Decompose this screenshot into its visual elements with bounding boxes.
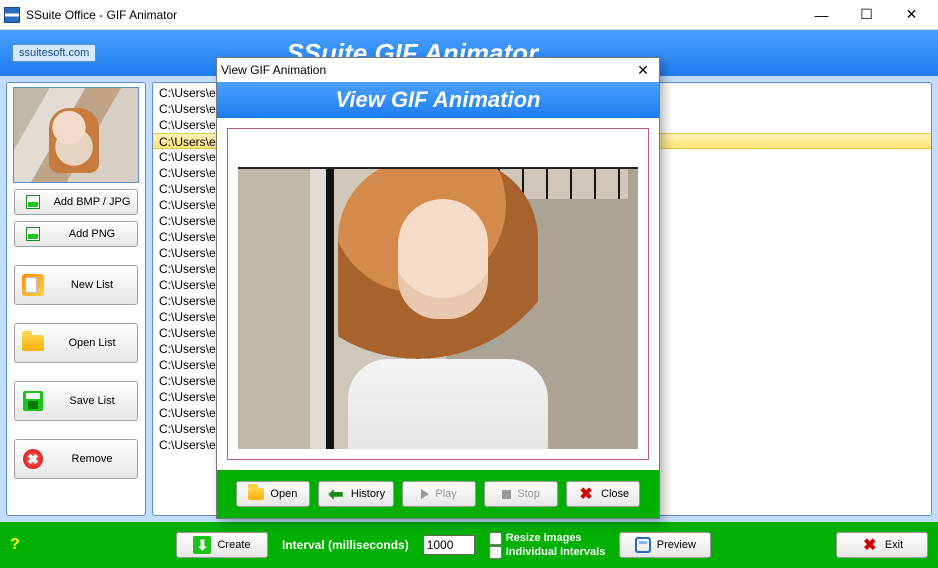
thumbnail-preview[interactable] [13,87,139,183]
help-button[interactable]: ? [10,536,28,554]
preview-icon [635,537,651,553]
dialog-open-label: Open [270,488,297,500]
exit-label: Exit [885,539,903,551]
resize-images-check[interactable]: Resize Images [489,532,606,545]
preview-button[interactable]: Preview [619,532,711,558]
dialog-history-label: History [351,488,385,500]
back-arrow-icon: ⬅ [327,485,345,503]
dialog-open-button[interactable]: Open [236,481,310,507]
individual-intervals-label: Individual Intervals [506,546,606,558]
remove-button[interactable]: ✖ Remove [14,439,138,479]
view-gif-dialog: View GIF Animation ✕ View GIF Animation … [216,57,660,519]
main-area: Add BMP / JPG Add PNG New List Open List… [0,76,938,522]
gif-canvas [238,139,638,449]
sidebar: Add BMP / JPG Add PNG New List Open List… [6,82,146,516]
dialog-stop-label: Stop [517,488,540,500]
exit-icon: ✖ [861,536,879,554]
exit-button[interactable]: ✖ Exit [836,532,928,558]
dialog-history-button[interactable]: ⬅ History [318,481,394,507]
save-icon [21,389,45,413]
new-list-label: New List [53,279,131,291]
dialog-close-footer-button[interactable]: ✖ Close [566,481,640,507]
dialog-close-button[interactable]: ✕ [631,59,655,81]
image-icon [21,222,45,246]
dialog-stop-button[interactable]: Stop [484,481,558,507]
minimize-button[interactable]: — [799,0,844,30]
add-bmp-jpg-label: Add BMP / JPG [53,196,131,208]
resize-images-label: Resize Images [506,532,582,544]
new-file-icon [21,273,45,297]
save-list-button[interactable]: Save List [14,381,138,421]
maximize-button[interactable]: ☐ [844,0,889,30]
dialog-body [217,118,659,470]
bottom-toolbar: ? ⬇ Create Interval (milliseconds) Resiz… [0,522,938,568]
app-icon [4,7,20,23]
dialog-play-label: Play [435,488,456,500]
create-button[interactable]: ⬇ Create [176,532,268,558]
remove-label: Remove [53,453,131,465]
individual-intervals-check[interactable]: Individual Intervals [489,546,606,559]
open-list-label: Open List [53,337,131,349]
create-label: Create [217,539,250,551]
add-bmp-jpg-button[interactable]: Add BMP / JPG [14,189,138,215]
resize-images-checkbox[interactable] [489,532,502,545]
dialog-play-button[interactable]: Play [402,481,476,507]
dialog-footer: Open ⬅ History Play Stop ✖ Close [217,470,659,518]
close-icon: ✖ [577,485,595,503]
remove-icon: ✖ [21,447,45,471]
dialog-heading: View GIF Animation [217,82,659,118]
window-close-button[interactable]: ✕ [889,0,934,30]
interval-label: Interval (milliseconds) [282,538,409,552]
dialog-titlebar[interactable]: View GIF Animation ✕ [217,58,659,82]
dialog-title: View GIF Animation [221,63,326,77]
save-list-label: Save List [53,395,131,407]
interval-input[interactable] [423,535,475,555]
site-badge[interactable]: ssuitesoft.com [12,44,96,62]
image-icon [21,190,45,214]
download-icon: ⬇ [193,536,211,554]
window-title: SSuite Office - GIF Animator [26,8,177,22]
individual-intervals-checkbox[interactable] [489,546,502,559]
window-titlebar: SSuite Office - GIF Animator — ☐ ✕ [0,0,938,30]
folder-icon [21,331,45,355]
folder-icon [248,488,264,500]
stop-icon [502,490,511,499]
preview-frame [227,128,649,460]
preview-label: Preview [657,539,696,551]
play-icon [421,489,429,499]
open-list-button[interactable]: Open List [14,323,138,363]
add-png-label: Add PNG [53,228,131,240]
dialog-close-label: Close [601,488,629,500]
new-list-button[interactable]: New List [14,265,138,305]
add-png-button[interactable]: Add PNG [14,221,138,247]
